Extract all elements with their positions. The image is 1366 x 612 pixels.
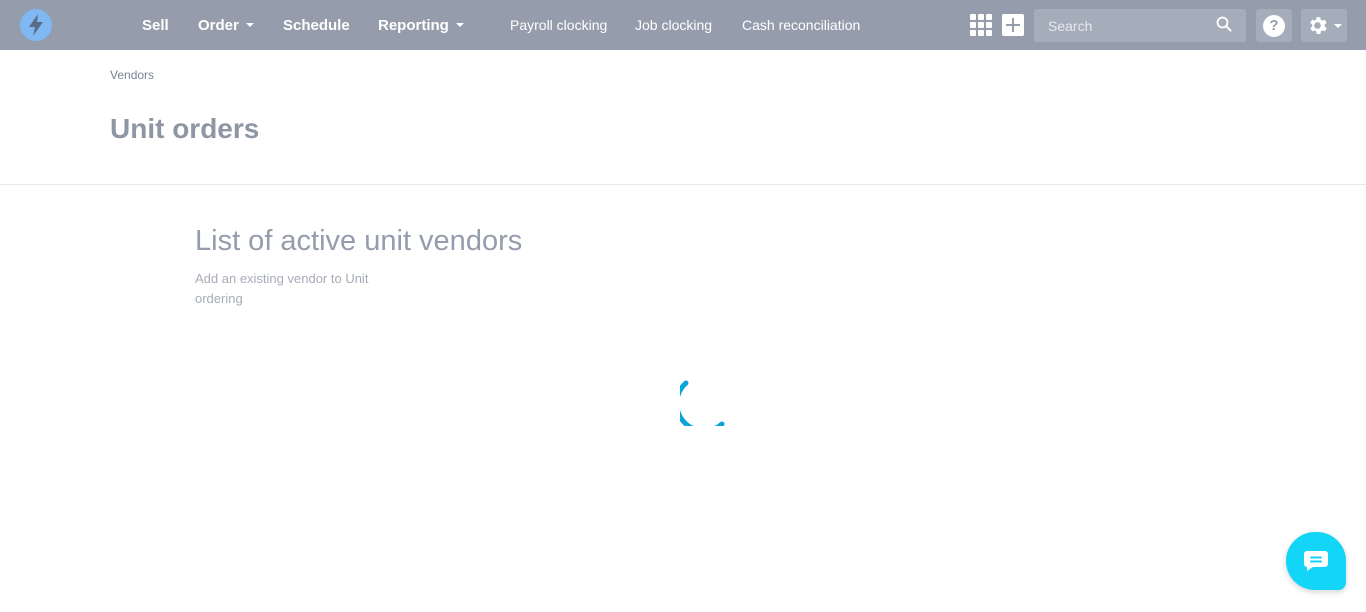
help-icon: ? — [1263, 14, 1285, 37]
nav-reporting-label: Reporting — [378, 16, 449, 34]
nav-cash-reconciliation-label: Cash reconciliation — [742, 17, 861, 33]
search-icon[interactable] — [1216, 16, 1232, 32]
nav-reporting[interactable]: Reporting — [378, 0, 464, 50]
search-input[interactable] — [1034, 9, 1246, 42]
nav-order-label: Order — [198, 16, 239, 34]
nav-schedule-label: Schedule — [283, 16, 350, 34]
bolt-logo-icon[interactable] — [20, 9, 52, 41]
top-navigation-bar: Sell Order Schedule Reporting Payroll cl… — [0, 0, 1366, 50]
section-title: List of active unit vendors — [195, 225, 523, 257]
loading-spinner-icon — [680, 380, 725, 426]
nav-sell[interactable]: Sell — [142, 0, 169, 50]
gear-icon — [1310, 17, 1327, 34]
section-description: Add an existing vendor to Unit ordering — [195, 271, 369, 306]
lightning-bolt-icon — [29, 14, 43, 36]
nav-payroll-clocking-label: Payroll clocking — [510, 17, 608, 33]
breadcrumb[interactable]: Vendors — [110, 68, 154, 82]
chat-launcher-button[interactable] — [1286, 532, 1346, 590]
header-divider — [0, 184, 1366, 185]
nav-schedule[interactable]: Schedule — [283, 0, 350, 50]
chevron-down-icon — [245, 23, 254, 27]
apps-grid-icon[interactable] — [970, 14, 992, 36]
page-title: Unit orders — [110, 113, 260, 144]
plus-icon[interactable] — [1002, 14, 1024, 36]
search-box — [1034, 9, 1246, 42]
nav-payroll-clocking[interactable]: Payroll clocking — [510, 0, 607, 50]
nav-job-clocking[interactable]: Job clocking — [635, 0, 712, 50]
help-button[interactable]: ? — [1256, 9, 1292, 42]
nav-job-clocking-label: Job clocking — [635, 17, 713, 33]
nav-order[interactable]: Order — [198, 0, 254, 50]
settings-button[interactable] — [1301, 9, 1347, 42]
chevron-down-icon — [455, 23, 464, 27]
chat-bubble-icon — [1304, 551, 1328, 571]
chevron-down-icon — [1334, 24, 1342, 28]
nav-sell-label: Sell — [142, 16, 169, 34]
nav-cash-reconciliation[interactable]: Cash reconciliation — [742, 0, 860, 50]
